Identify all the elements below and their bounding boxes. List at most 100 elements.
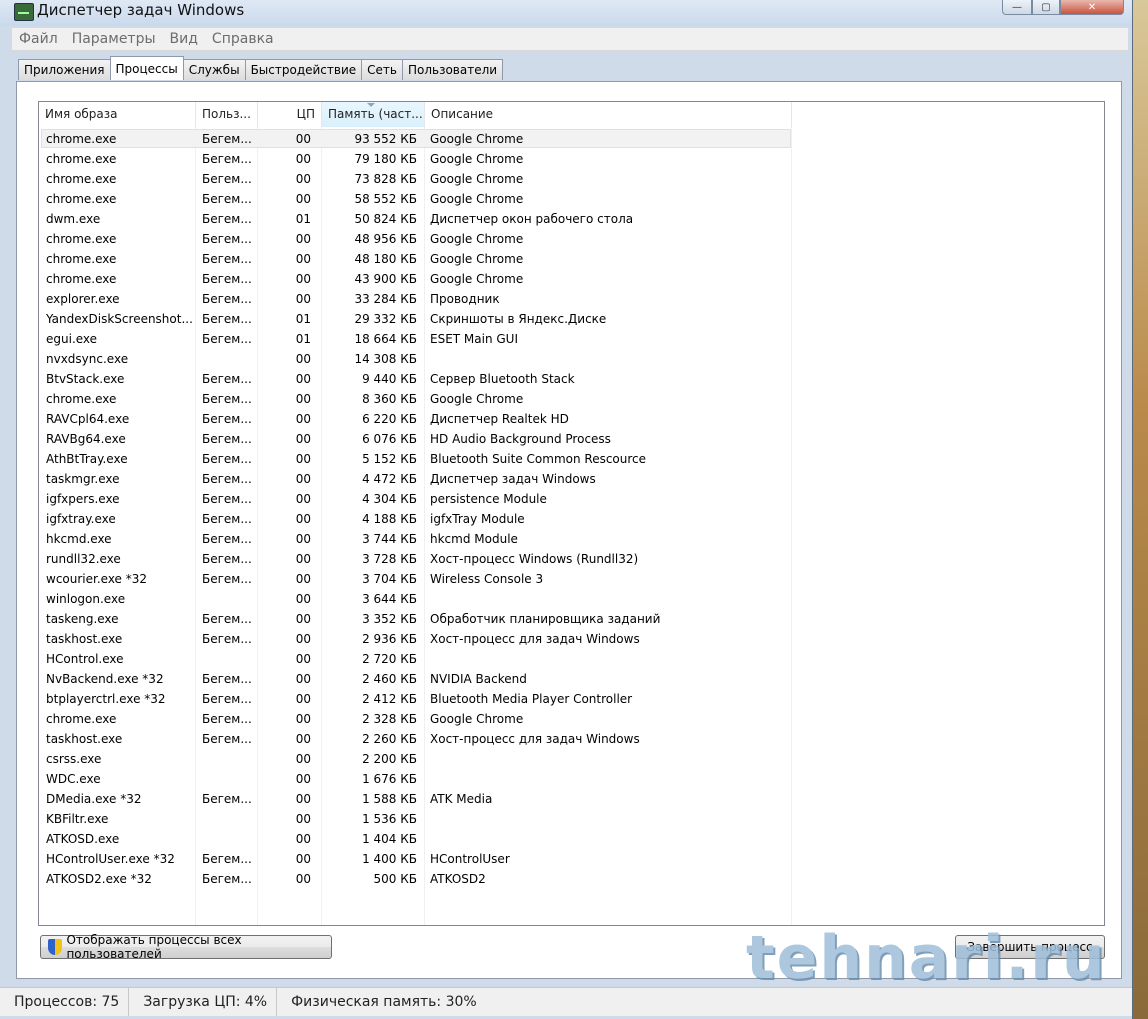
process-name: RAVBg64.exe	[46, 432, 126, 446]
process-cpu: 00	[295, 152, 311, 166]
table-row[interactable]: NvBackend.exe *32 Бегем... 00 2 460 КБ NVIDI…	[39, 669, 1104, 689]
table-row[interactable]: chrome.exe Бегем... 00 48 956 КБ Google Chro…	[39, 229, 1104, 249]
tab-networking[interactable]: Сеть	[361, 59, 403, 80]
minimize-button[interactable]: —	[1002, 0, 1032, 15]
table-row[interactable]: hkcmd.exe Бегем... 00 3 744 КБ hkcmd Module	[39, 529, 1104, 549]
process-user: Бегем...	[202, 692, 252, 706]
process-description: Bluetooth Suite Common Rescource	[430, 452, 647, 466]
table-row[interactable]: chrome.exe Бегем... 00 93 552 КБ Google Chro…	[39, 129, 1104, 149]
table-row[interactable]: winlogon.exe 00 3 644 КБ	[39, 589, 1104, 609]
process-name: chrome.exe	[46, 272, 117, 286]
table-row[interactable]: taskhost.exe Бегем... 00 2 936 КБ Хост-проце…	[39, 629, 1104, 649]
table-row[interactable]: wcourier.exe *32 Бегем... 00 3 704 КБ Wirele…	[39, 569, 1104, 589]
process-user: Бегем...	[202, 312, 252, 326]
process-memory: 1 400 КБ	[362, 852, 417, 866]
process-memory: 2 200 КБ	[362, 752, 417, 766]
menu-view[interactable]: Вид	[163, 31, 205, 47]
table-row[interactable]: egui.exe Бегем... 01 18 664 КБ ESET Main GUI	[39, 329, 1104, 349]
table-row[interactable]: AthBtTray.exe Бегем... 00 5 152 КБ Bluetooth…	[39, 449, 1104, 469]
table-row[interactable]: HControl.exe 00 2 720 КБ	[39, 649, 1104, 669]
process-description	[430, 809, 790, 829]
show-all-users-button[interactable]: Отображать процессы всех пользователей	[40, 933, 332, 961]
process-name: chrome.exe	[46, 252, 117, 266]
process-list[interactable]: Имя образа Польз... ЦП Память (част... О…	[38, 101, 1105, 926]
process-memory: 1 588 КБ	[362, 792, 417, 806]
table-row[interactable]: DMedia.exe *32 Бегем... 00 1 588 КБ ATK Medi…	[39, 789, 1104, 809]
table-row[interactable]: igfxtray.exe Бегем... 00 4 188 КБ igfxTray M…	[39, 509, 1104, 529]
process-memory: 50 824 КБ	[354, 212, 417, 226]
table-row[interactable]: chrome.exe Бегем... 00 43 900 КБ Google Chro…	[39, 269, 1104, 289]
table-row[interactable]: btplayerctrl.exe *32 Бегем... 00 2 412 КБ Bl…	[39, 689, 1104, 709]
process-memory: 3 704 КБ	[362, 572, 417, 586]
tab-processes[interactable]: Процессы	[109, 56, 184, 80]
table-row[interactable]: chrome.exe Бегем... 00 58 552 КБ Google Chro…	[39, 189, 1104, 209]
menu-help[interactable]: Справка	[205, 31, 281, 47]
close-button[interactable]: ✕	[1060, 0, 1124, 15]
process-memory: 6 220 КБ	[362, 412, 417, 426]
tab-applications[interactable]: Приложения	[18, 59, 111, 80]
table-row[interactable]: WDC.exe 00 1 676 КБ	[39, 769, 1104, 789]
menu-file[interactable]: Файл	[12, 31, 65, 47]
table-row[interactable]: chrome.exe Бегем... 00 48 180 КБ Google Chro…	[39, 249, 1104, 269]
table-row[interactable]: chrome.exe Бегем... 00 2 328 КБ Google Chrom…	[39, 709, 1104, 729]
process-user: Бегем...	[202, 252, 252, 266]
table-row[interactable]: dwm.exe Бегем... 01 50 824 КБ Диспетчер окон…	[39, 209, 1104, 229]
process-user	[202, 749, 260, 769]
process-name: explorer.exe	[46, 292, 120, 306]
process-description: Google Chrome	[430, 232, 524, 246]
processes-panel: Имя образа Польз... ЦП Память (част... О…	[16, 81, 1122, 979]
tab-services[interactable]: Службы	[182, 59, 246, 80]
table-row[interactable]: chrome.exe Бегем... 00 8 360 КБ Google Chrom…	[39, 389, 1104, 409]
table-row[interactable]: csrss.exe 00 2 200 КБ	[39, 749, 1104, 769]
title-bar[interactable]: Диспетчер задач Windows — ▢ ✕	[0, 0, 1132, 26]
process-cpu: 00	[295, 612, 311, 626]
process-name: chrome.exe	[46, 232, 117, 246]
process-name: chrome.exe	[46, 192, 117, 206]
tab-performance[interactable]: Быстродействие	[244, 59, 363, 80]
column-header-cpu[interactable]: ЦП	[258, 102, 322, 127]
table-row[interactable]: explorer.exe Бегем... 00 33 284 КБ Проводник	[39, 289, 1104, 309]
column-header-user[interactable]: Польз...	[196, 102, 258, 127]
column-header-memory[interactable]: Память (част...	[322, 102, 425, 127]
process-description: Обработчик планировщика заданий	[430, 612, 661, 626]
table-row[interactable]: igfxpers.exe Бегем... 00 4 304 КБ persistenc…	[39, 489, 1104, 509]
tab-users[interactable]: Пользователи	[401, 59, 504, 80]
table-row[interactable]: taskmgr.exe Бегем... 00 4 472 КБ Диспетчер з…	[39, 469, 1104, 489]
process-cpu: 00	[295, 592, 311, 606]
process-description: HControlUser	[430, 852, 510, 866]
process-cpu: 00	[295, 292, 311, 306]
table-row[interactable]: chrome.exe Бегем... 00 73 828 КБ Google Chro…	[39, 169, 1104, 189]
column-header-description[interactable]: Описание	[425, 102, 792, 127]
menu-options[interactable]: Параметры	[65, 31, 163, 47]
maximize-button[interactable]: ▢	[1032, 0, 1060, 15]
table-row[interactable]: taskhost.exe Бегем... 00 2 260 КБ Хост-проце…	[39, 729, 1104, 749]
process-cpu: 00	[295, 752, 311, 766]
process-user: Бегем...	[202, 472, 252, 486]
process-description: Диспетчер окон рабочего стола	[430, 212, 634, 226]
table-row[interactable]: HControlUser.exe *32 Бегем... 00 1 400 КБ HC…	[39, 849, 1104, 869]
process-memory: 3 644 КБ	[362, 592, 417, 606]
list-header: Имя образа Польз... ЦП Память (част... О…	[39, 102, 1104, 127]
table-row[interactable]: chrome.exe Бегем... 00 79 180 КБ Google Chro…	[39, 149, 1104, 169]
process-name: KBFiltr.exe	[46, 812, 109, 826]
uac-shield-icon	[47, 939, 63, 955]
process-memory: 29 332 КБ	[354, 312, 417, 326]
column-header-name[interactable]: Имя образа	[39, 102, 196, 127]
table-row[interactable]: ATKOSD.exe 00 1 404 КБ	[39, 829, 1104, 849]
table-row[interactable]: taskeng.exe Бегем... 00 3 352 КБ Обработчик …	[39, 609, 1104, 629]
table-row[interactable]: RAVBg64.exe Бегем... 00 6 076 КБ HD Audio Ba…	[39, 429, 1104, 449]
process-name: taskeng.exe	[46, 612, 119, 626]
table-row[interactable]: rundll32.exe Бегем... 00 3 728 КБ Хост-проце…	[39, 549, 1104, 569]
table-row[interactable]: YandexDiskScreenshot... Бегем... 01 29 332 …	[39, 309, 1104, 329]
process-memory: 500 КБ	[373, 872, 417, 886]
table-row[interactable]: nvxdsync.exe 00 14 308 КБ	[39, 349, 1104, 369]
table-row[interactable]: RAVCpl64.exe Бегем... 00 6 220 КБ Диспетчер …	[39, 409, 1104, 429]
process-description	[430, 349, 790, 369]
watermark: tehnari.ru	[746, 923, 1107, 993]
table-row[interactable]: KBFiltr.exe 00 1 536 КБ	[39, 809, 1104, 829]
process-name: AthBtTray.exe	[46, 452, 128, 466]
process-cpu: 01	[295, 312, 311, 326]
process-user	[202, 769, 260, 789]
table-row[interactable]: BtvStack.exe Бегем... 00 9 440 КБ Сервер Blu…	[39, 369, 1104, 389]
table-row[interactable]: ATKOSD2.exe *32 Бегем... 00 500 КБ ATKOSD2	[39, 869, 1104, 889]
